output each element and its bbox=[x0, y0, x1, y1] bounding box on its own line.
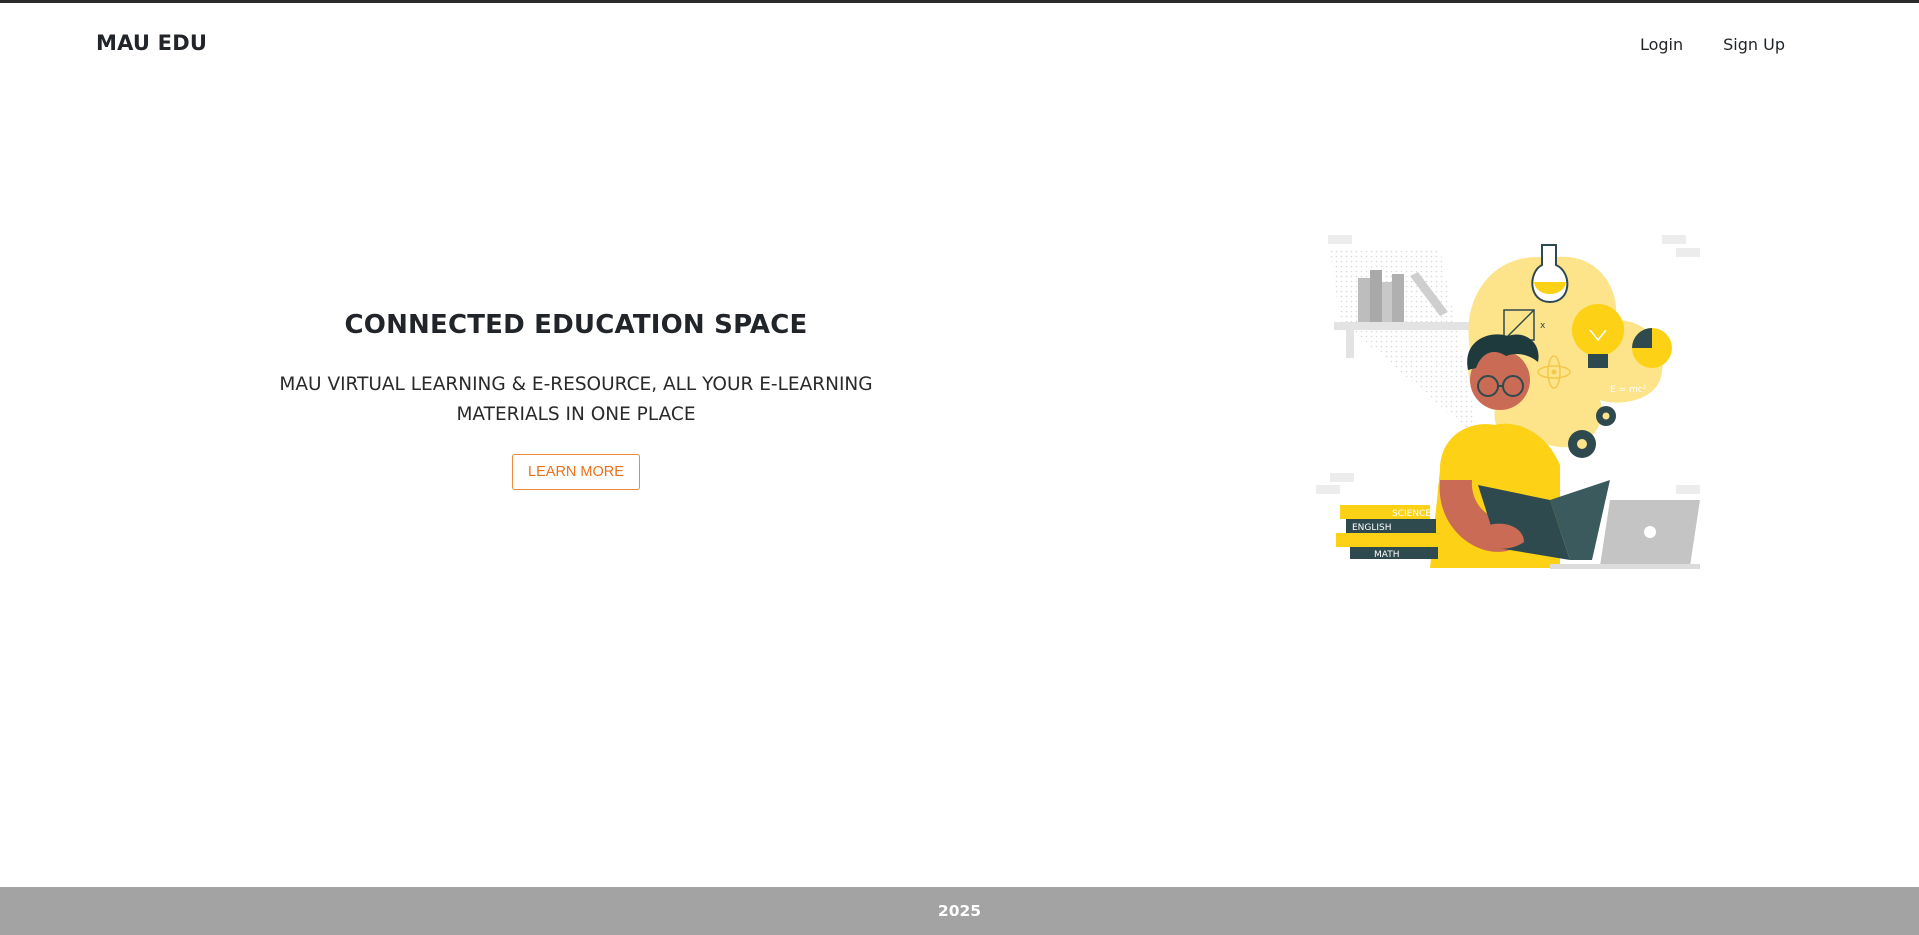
english-book-label: ENGLISH bbox=[1352, 523, 1392, 533]
hero-illustration: x E = mc² SCIENCE ENGLISH MATH bbox=[1310, 230, 1710, 575]
learn-more-button[interactable]: LEARN MORE bbox=[512, 454, 640, 490]
brand-logo[interactable]: MAU EDU bbox=[96, 31, 207, 55]
svg-text:x: x bbox=[1540, 321, 1546, 331]
science-book-label: SCIENCE bbox=[1392, 509, 1431, 519]
signup-link[interactable]: Sign Up bbox=[1723, 35, 1785, 54]
hero-subtitle: MAU VIRTUAL LEARNING & E-RESOURCE, ALL Y… bbox=[279, 374, 873, 425]
navbar: MAU EDU Login Sign Up bbox=[0, 3, 1919, 87]
login-link[interactable]: Login bbox=[1640, 35, 1683, 54]
nav-links: Login Sign Up bbox=[1640, 35, 1785, 54]
footer-year: 2025 bbox=[937, 902, 982, 920]
hero-section: CONNECTED EDUCATION SPACE MAU VIRTUAL LE… bbox=[190, 310, 962, 490]
footer: 2025 bbox=[0, 887, 1919, 935]
hero-title: CONNECTED EDUCATION SPACE bbox=[344, 310, 808, 340]
student-reading-illustration: x E = mc² SCIENCE ENGLISH MATH bbox=[1316, 235, 1700, 569]
formula-text: E = mc² bbox=[1610, 385, 1647, 395]
math-book-label: MATH bbox=[1374, 550, 1400, 560]
